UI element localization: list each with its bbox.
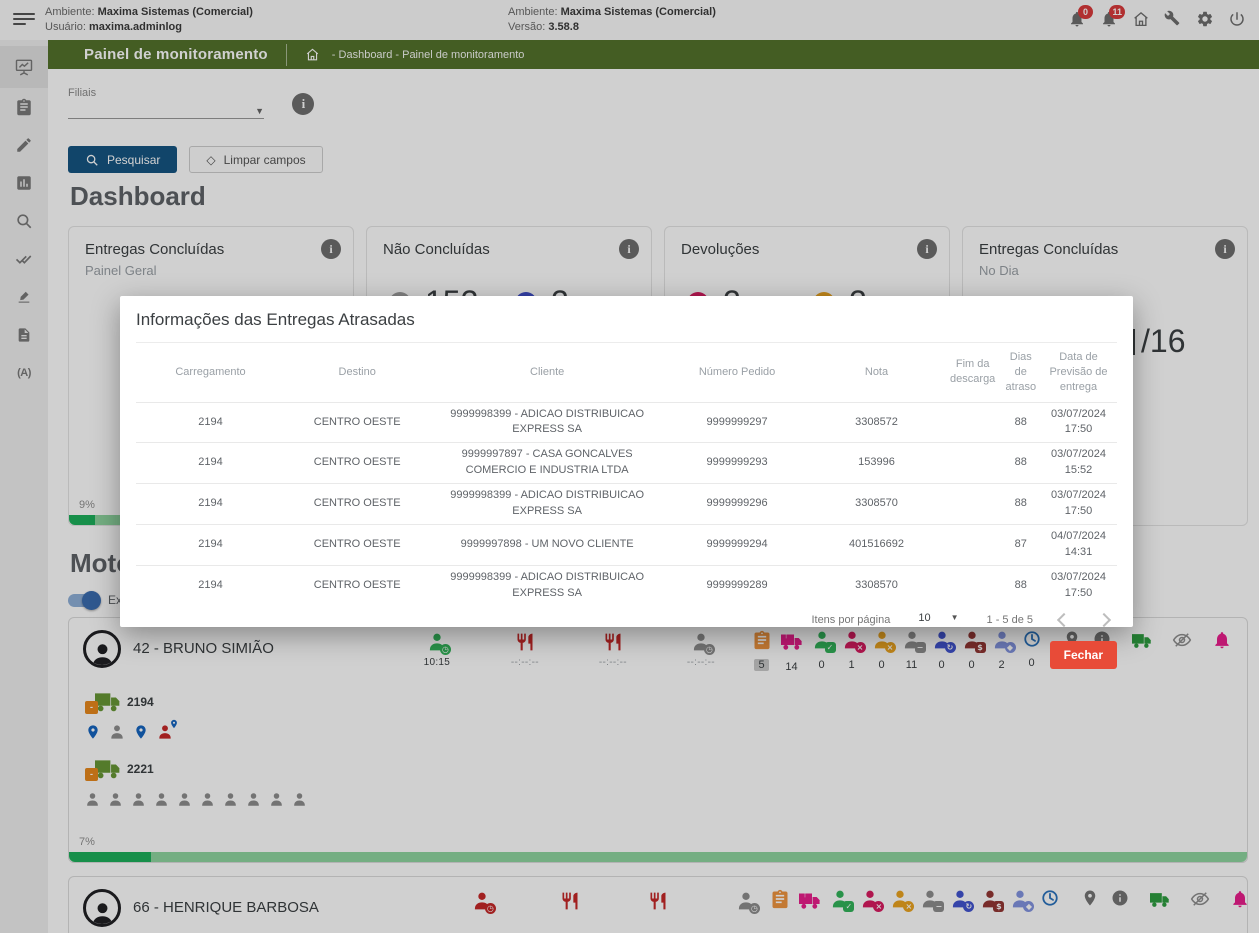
table-row: 2194 CENTRO OESTE 9999997898 - UM NOVO C… — [136, 525, 1117, 566]
cell-numero-pedido: 9999999294 — [665, 525, 809, 566]
cell-destino: CENTRO OESTE — [285, 443, 429, 484]
modal-title: Informações das Entregas Atrasadas — [136, 296, 1117, 342]
table-header-row: Carregamento Destino Cliente Número Pedi… — [136, 343, 1117, 403]
cell-fim-descarga — [944, 443, 1002, 484]
modal-footer: Fechar — [136, 641, 1117, 669]
close-button[interactable]: Fechar — [1050, 641, 1117, 669]
column-header: Destino — [285, 343, 429, 403]
cell-carregamento: 2194 — [136, 525, 285, 566]
cell-destino: CENTRO OESTE — [285, 484, 429, 525]
cell-nota: 153996 — [809, 443, 944, 484]
cell-cliente: 9999998399 - ADICAO DISTRIBUICAO EXPRESS… — [429, 402, 665, 443]
cell-data-previsao: 03/07/2024 15:52 — [1040, 443, 1117, 484]
cell-fim-descarga — [944, 484, 1002, 525]
column-header: Data de Previsão de entrega — [1040, 343, 1117, 403]
cell-nota: 3308570 — [809, 484, 944, 525]
cell-fim-descarga — [944, 566, 1002, 606]
items-per-page-label: Itens por página — [811, 614, 890, 626]
table-row: 2194 CENTRO OESTE 9999997897 - CASA GONC… — [136, 443, 1117, 484]
table-row: 2194 CENTRO OESTE 9999998399 - ADICAO DI… — [136, 402, 1117, 443]
table-row: 2194 CENTRO OESTE 9999998399 - ADICAO DI… — [136, 484, 1117, 525]
previous-page-button[interactable] — [1057, 613, 1071, 627]
cell-numero-pedido: 9999999296 — [665, 484, 809, 525]
column-header: Fim da descarga — [944, 343, 1002, 403]
pagination-controls — [1059, 615, 1109, 625]
cell-destino: CENTRO OESTE — [285, 566, 429, 606]
column-header: Número Pedido — [665, 343, 809, 403]
cell-cliente: 9999998399 - ADICAO DISTRIBUICAO EXPRESS… — [429, 484, 665, 525]
items-per-page-value: 10 — [918, 612, 930, 624]
chevron-down-icon: ▼ — [951, 613, 959, 622]
cell-dias-atraso: 88 — [1002, 443, 1040, 484]
cell-destino: CENTRO OESTE — [285, 525, 429, 566]
cell-carregamento: 2194 — [136, 402, 285, 443]
cell-nota: 401516692 — [809, 525, 944, 566]
column-header: Dias de atraso — [1002, 343, 1040, 403]
next-page-button[interactable] — [1097, 613, 1111, 627]
cell-data-previsao: 03/07/2024 17:50 — [1040, 484, 1117, 525]
column-header: Cliente — [429, 343, 665, 403]
cell-data-previsao: 03/07/2024 17:50 — [1040, 566, 1117, 606]
late-deliveries-modal: Informações das Entregas Atrasadas Carre… — [120, 296, 1133, 627]
cell-carregamento: 2194 — [136, 443, 285, 484]
column-header: Carregamento — [136, 343, 285, 403]
cell-destino: CENTRO OESTE — [285, 402, 429, 443]
table-pagination: Itens por página 10 ▼ 1 - 5 de 5 — [136, 612, 1117, 628]
cell-nota: 3308570 — [809, 566, 944, 606]
cell-carregamento: 2194 — [136, 566, 285, 606]
table-row: 2194 CENTRO OESTE 9999998399 - ADICAO DI… — [136, 566, 1117, 606]
late-deliveries-table: Carregamento Destino Cliente Número Pedi… — [136, 342, 1117, 606]
cell-numero-pedido: 9999999293 — [665, 443, 809, 484]
cell-carregamento: 2194 — [136, 484, 285, 525]
cell-data-previsao: 03/07/2024 17:50 — [1040, 402, 1117, 443]
cell-dias-atraso: 88 — [1002, 566, 1040, 606]
cell-fim-descarga — [944, 402, 1002, 443]
cell-data-previsao: 04/07/2024 14:31 — [1040, 525, 1117, 566]
column-header: Nota — [809, 343, 944, 403]
cell-cliente: 9999997898 - UM NOVO CLIENTE — [429, 525, 665, 566]
cell-numero-pedido: 9999999289 — [665, 566, 809, 606]
cell-dias-atraso: 88 — [1002, 484, 1040, 525]
cell-dias-atraso: 87 — [1002, 525, 1040, 566]
cell-cliente: 9999998399 - ADICAO DISTRIBUICAO EXPRESS… — [429, 566, 665, 606]
cell-fim-descarga — [944, 525, 1002, 566]
cell-dias-atraso: 88 — [1002, 402, 1040, 443]
cell-nota: 3308572 — [809, 402, 944, 443]
cell-cliente: 9999997897 - CASA GONCALVES COMERCIO E I… — [429, 443, 665, 484]
pagination-range: 1 - 5 de 5 — [987, 614, 1033, 626]
items-per-page-select[interactable]: 10 ▼ — [916, 612, 960, 628]
cell-numero-pedido: 9999999297 — [665, 402, 809, 443]
